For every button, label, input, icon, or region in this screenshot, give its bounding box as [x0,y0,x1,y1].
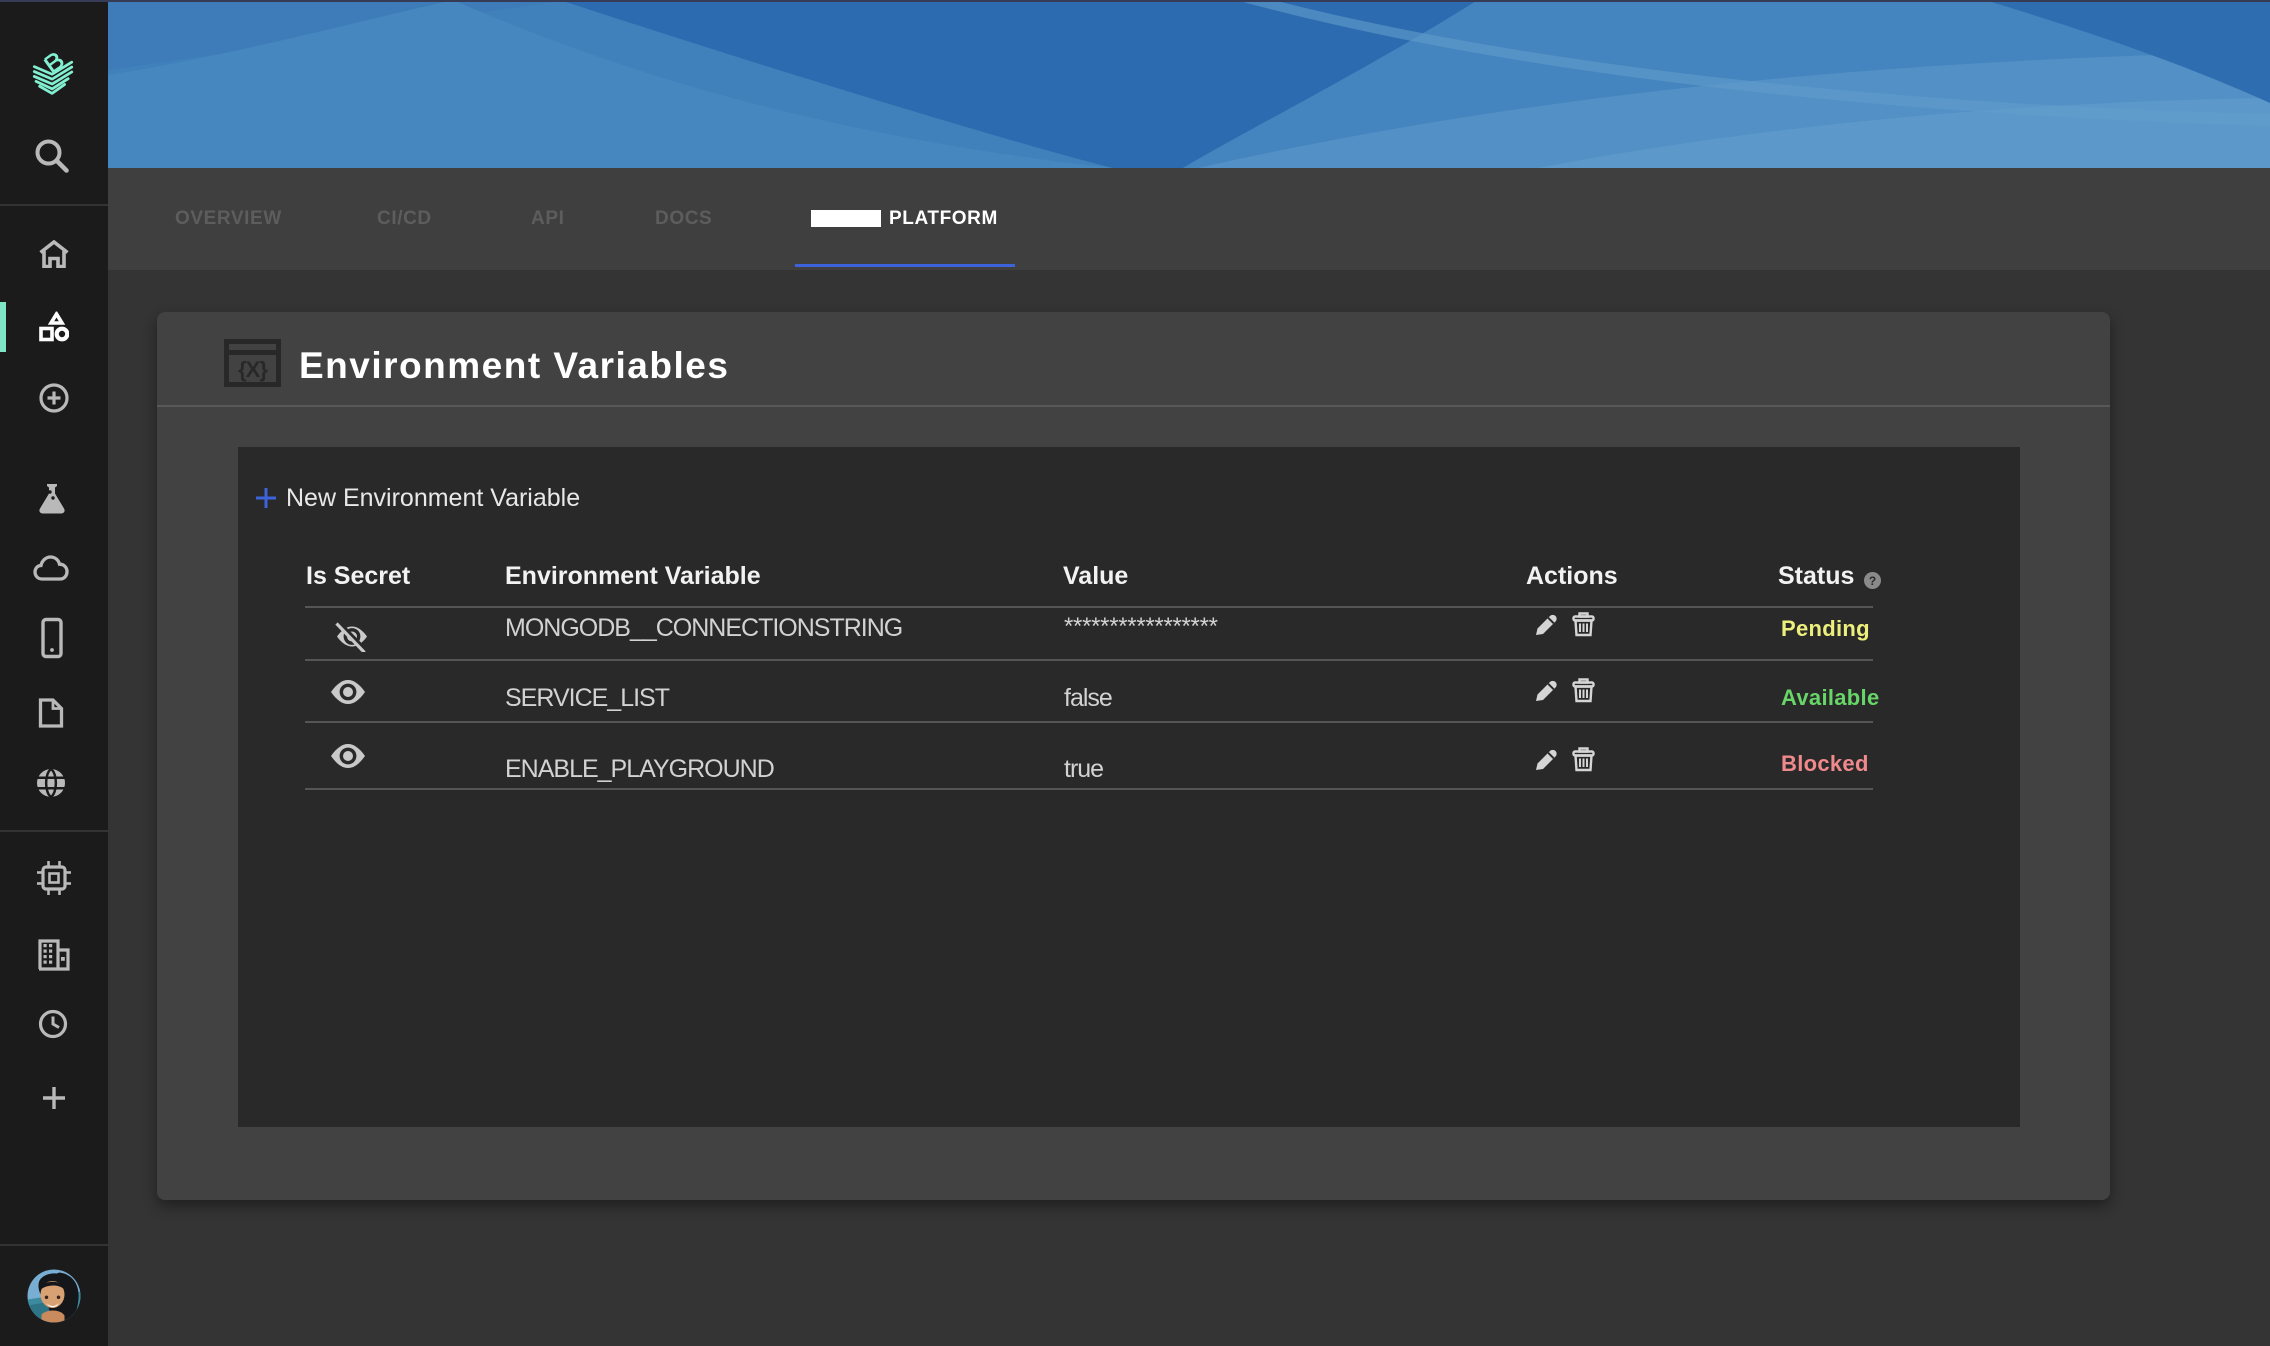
svg-text:?: ? [1869,574,1876,588]
svg-text:{X}: {X} [238,357,268,382]
